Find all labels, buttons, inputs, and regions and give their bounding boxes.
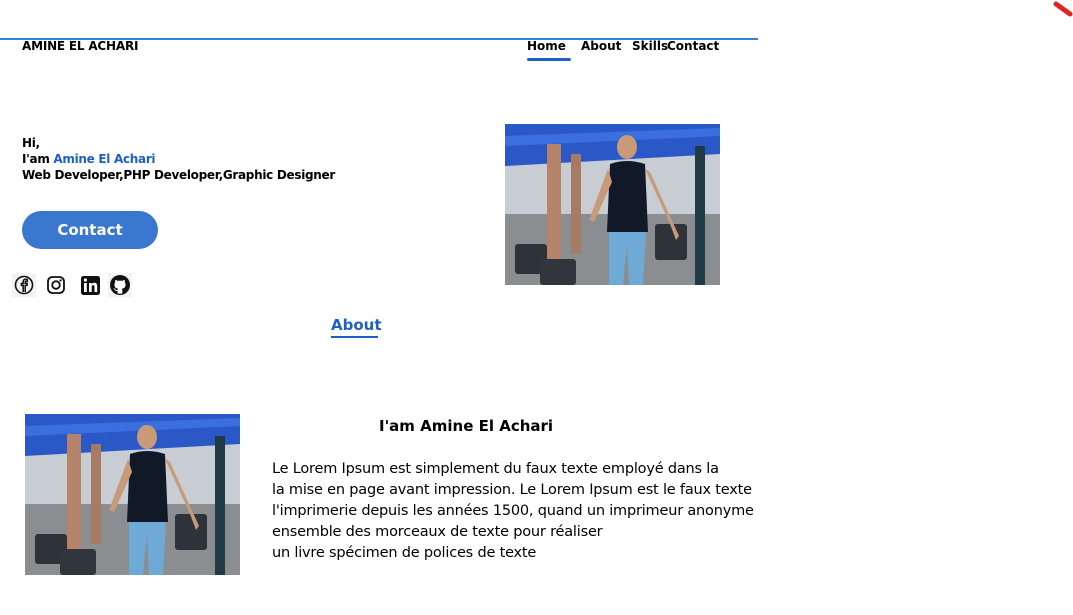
about-line: l'imprimerie depuis les années 1500, qua… (272, 503, 754, 519)
hero-name: Amine El Achari (53, 152, 156, 166)
contact-button[interactable]: Contact (22, 211, 158, 249)
nav-active-indicator (527, 58, 571, 61)
nav-contact[interactable]: Contact (667, 39, 719, 53)
about-line: Le Lorem Ipsum est simplement du faux te… (272, 461, 719, 477)
red-stroke-mark (1053, 1, 1073, 17)
about-section-underline (331, 336, 378, 338)
about-heading: I'am Amine El Achari (379, 417, 554, 435)
nav-skills[interactable]: Skills (632, 39, 668, 53)
facebook-icon[interactable] (12, 273, 36, 297)
nav-home[interactable]: Home (527, 39, 566, 53)
brand-name[interactable]: AMINE EL ACHARI (22, 39, 138, 53)
about-line: un livre spécimen de polices de texte (272, 545, 537, 561)
hero-intro: I'am Amine El Achari (22, 152, 156, 166)
about-photo (25, 414, 240, 575)
hero-greeting: Hi, (22, 136, 40, 150)
profile-photo (505, 124, 720, 285)
github-icon[interactable] (108, 273, 132, 297)
about-line: la mise en page avant impression. Le Lor… (272, 482, 752, 498)
hero-roles: Web Developer,PHP Developer,Graphic Desi… (22, 168, 335, 182)
about-paragraph: Le Lorem Ipsum est simplement du faux te… (272, 459, 762, 564)
about-line: ensemble des morceaux de texte pour réal… (272, 524, 603, 540)
nav-about[interactable]: About (581, 39, 621, 53)
linkedin-icon[interactable] (78, 273, 102, 297)
hero-intro-prefix: I'am (22, 152, 54, 166)
instagram-icon[interactable] (44, 273, 68, 297)
about-section-title: About (331, 316, 382, 334)
